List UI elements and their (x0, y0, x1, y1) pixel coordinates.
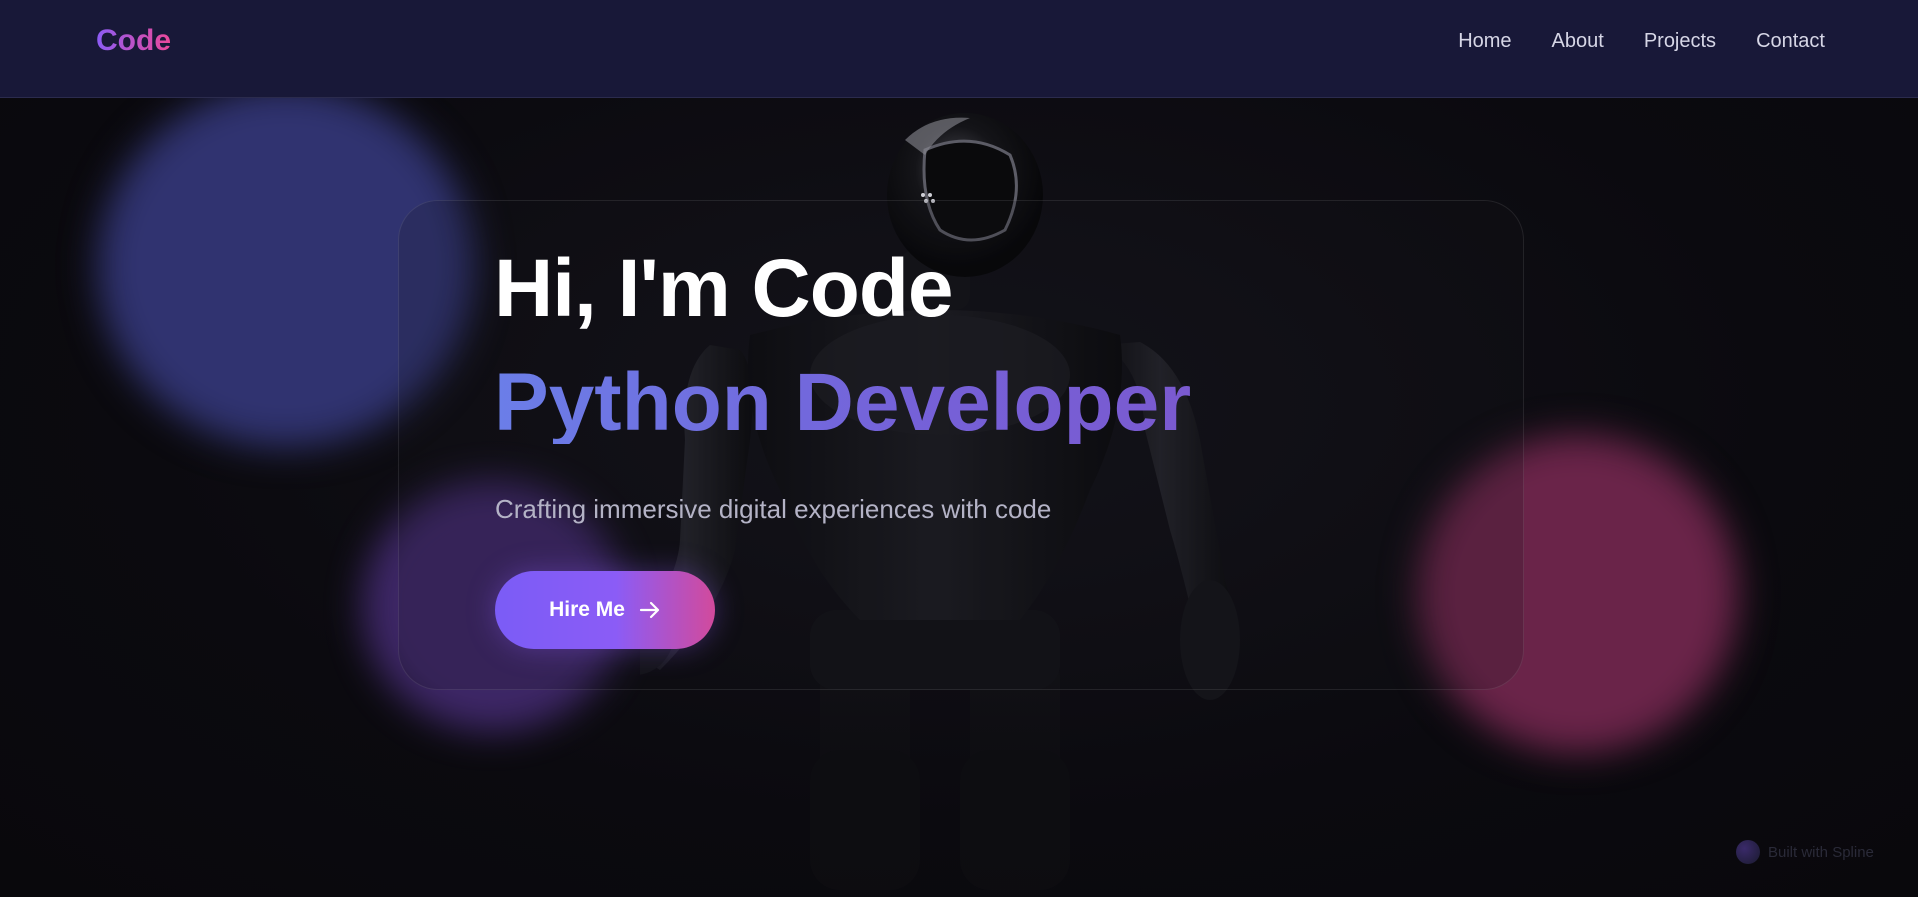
page: Hi, I'm Code Python Developer Crafting i… (0, 0, 1918, 897)
site-logo[interactable]: Code (96, 24, 171, 58)
nav-links: Home About Projects Contact (1458, 30, 1825, 53)
spline-badge-text: Built with Spline (1768, 843, 1874, 861)
hero-tagline: Crafting immersive digital experiences w… (495, 494, 1052, 524)
hire-me-button[interactable]: Hire Me (495, 571, 715, 649)
nav-link-home[interactable]: Home (1458, 30, 1511, 53)
spline-logo-icon (1736, 840, 1760, 864)
nav-link-contact[interactable]: Contact (1756, 30, 1825, 53)
hero-subtitle: Python Developer (494, 357, 1192, 448)
nav-link-projects[interactable]: Projects (1644, 30, 1716, 53)
built-with-spline-badge[interactable]: Built with Spline (1736, 840, 1874, 864)
nav-link-about[interactable]: About (1552, 30, 1604, 53)
arrow-right-icon (639, 601, 661, 619)
hire-me-label: Hire Me (549, 598, 625, 621)
top-navbar: Code Home About Projects Contact (0, 0, 1918, 98)
hero-title: Hi, I'm Code (494, 243, 954, 334)
